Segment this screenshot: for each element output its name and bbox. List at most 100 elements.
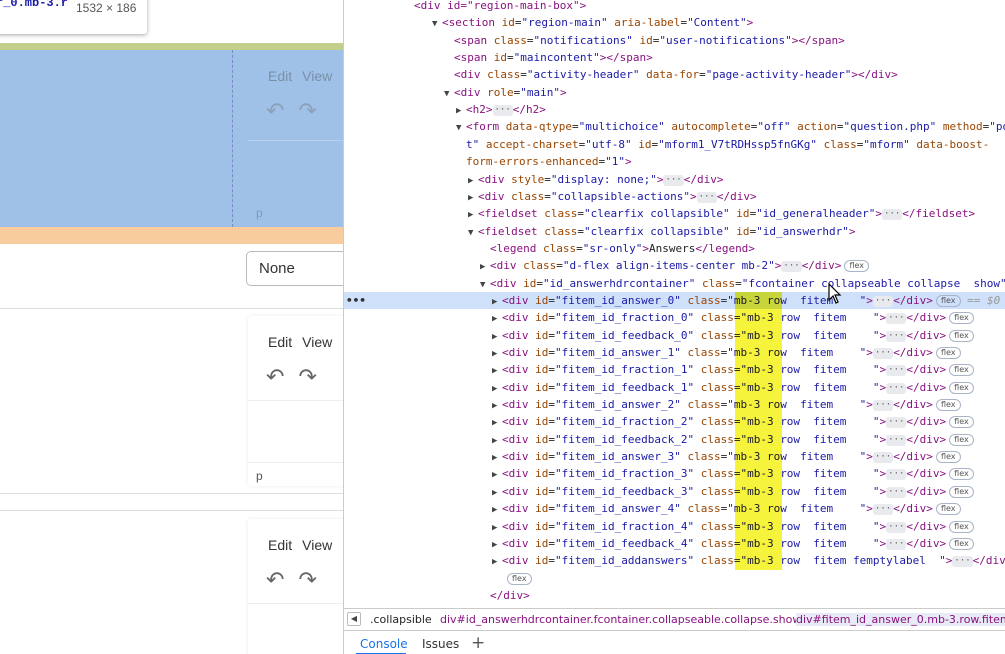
collapsed-children-icon[interactable]: ··· — [952, 555, 973, 567]
expand-triangle-icon[interactable]: ▶ — [492, 467, 502, 484]
dom-node-row[interactable]: ▶ <fieldset class="clearfix collapsible" … — [344, 205, 1005, 222]
menu-edit[interactable]: Edit — [268, 334, 292, 350]
dom-node-row[interactable]: </div> — [344, 587, 1005, 604]
breadcrumb-item[interactable]: .collapsible — [370, 613, 432, 626]
tab-issues[interactable]: Issues — [422, 637, 459, 651]
collapsed-children-icon[interactable]: ··· — [886, 416, 907, 428]
collapsed-children-icon[interactable]: ··· — [886, 330, 907, 342]
dom-node-row[interactable]: flex — [344, 570, 1005, 587]
flex-badge[interactable]: flex — [949, 312, 974, 324]
expand-triangle-icon[interactable]: ▶ — [468, 207, 478, 224]
collapsed-children-icon[interactable]: ··· — [872, 451, 894, 463]
menu-view[interactable]: View — [302, 537, 332, 553]
flex-badge[interactable]: flex — [935, 399, 961, 411]
dom-node-row[interactable]: ▶ <div id="fitem_id_answer_1" class="mb-3… — [344, 344, 1005, 361]
redo-icon[interactable]: ↷ — [298, 98, 316, 123]
dom-node-row[interactable]: <span id="maincontent"></span> — [344, 49, 1005, 66]
expand-triangle-icon[interactable]: ▶ — [492, 311, 502, 328]
dom-node-row[interactable]: ▶ <div id="fitem_id_answer_2" class="mb-3… — [344, 396, 1005, 413]
menu-view[interactable]: View — [302, 334, 332, 350]
answer-editor-3[interactable]: Edit View ↶ ↷ — [248, 519, 343, 654]
expand-triangle-icon[interactable]: ▶ — [492, 554, 502, 571]
tab-console[interactable]: Console — [360, 637, 408, 651]
grade-select[interactable]: None — [246, 251, 343, 286]
menu-edit[interactable]: Edit — [268, 537, 292, 553]
breadcrumb-item[interactable]: div#id_answerhdrcontainer.fcontainer.col… — [440, 613, 801, 626]
undo-icon[interactable]: ↶ — [266, 567, 284, 592]
undo-icon[interactable]: ↶ — [266, 98, 284, 123]
collapsed-children-icon[interactable]: ··· — [886, 434, 907, 446]
collapsed-children-icon[interactable]: ··· — [872, 295, 894, 307]
expand-triangle-icon[interactable]: ▶ — [492, 363, 502, 380]
collapse-triangle-icon[interactable]: ▼ — [432, 16, 442, 33]
collapsed-children-icon[interactable]: ··· — [882, 208, 903, 220]
dom-node-row[interactable]: ▶ <div class="collapsible-actions"> ··· </d… — [344, 188, 1005, 205]
dom-node-row[interactable]: ▶ <div id="fitem_id_answer_3" class="mb-3… — [344, 448, 1005, 465]
flex-badge[interactable]: flex — [507, 573, 532, 585]
collapsed-children-icon[interactable]: ··· — [886, 486, 907, 498]
scroll-left-icon[interactable]: ◀ — [347, 612, 361, 626]
node-actions-icon[interactable]: ••• — [346, 292, 366, 309]
dom-node-row[interactable]: ▶<div id="fitem_id_feedback_4" class="mb… — [344, 535, 1005, 552]
elements-tree[interactable]: <div id="region-main-box"> ▼ <section id="… — [344, 0, 1005, 608]
dom-node-row[interactable]: <div id="region-main-box"> — [344, 0, 1005, 14]
undo-icon[interactable]: ↶ — [266, 364, 284, 389]
flex-badge[interactable]: flex — [935, 347, 961, 359]
dom-node-row[interactable]: ▼ <div id="id_answerhdrcontainer" class="… — [344, 275, 1005, 292]
collapsed-children-icon[interactable]: ··· — [872, 399, 894, 411]
dom-node-row[interactable]: ▼ <section id="region-main" aria-label="C… — [344, 14, 1005, 31]
flex-badge[interactable]: flex — [949, 434, 974, 446]
collapse-triangle-icon[interactable]: ▼ — [456, 120, 466, 137]
flex-badge[interactable]: flex — [949, 468, 974, 480]
answer-editor-2[interactable]: Edit View ↶ ↷ p — [248, 316, 343, 486]
dom-node-row[interactable]: <legend class="sr-only">Answers</legend> — [344, 240, 1005, 257]
flex-badge[interactable]: flex — [935, 503, 961, 515]
dom-node-row[interactable]: t" accept-charset="utf-8" id="mform1_V7t… — [344, 136, 1005, 153]
collapsed-children-icon[interactable]: ··· — [663, 174, 684, 186]
flex-badge[interactable]: flex — [949, 486, 974, 498]
dom-node-row[interactable]: <div class="activity-header" data-for="p… — [344, 66, 1005, 83]
redo-icon[interactable]: ↷ — [298, 364, 316, 389]
flex-badge[interactable]: flex — [949, 538, 974, 550]
collapsed-children-icon[interactable]: ··· — [696, 191, 717, 203]
collapsed-children-icon[interactable]: ··· — [886, 538, 907, 550]
collapsed-children-icon[interactable]: ··· — [872, 347, 894, 359]
dom-node-row[interactable]: ▶ <div class="d-flex align-items-center m… — [344, 257, 1005, 274]
flex-badge[interactable]: flex — [949, 330, 974, 342]
dom-node-row[interactable]: ▶<div id="fitem_id_fraction_0" class="mb… — [344, 309, 1005, 326]
collapsed-children-icon[interactable]: ··· — [781, 260, 802, 272]
dom-node-row[interactable]: ▼ <fieldset class="clearfix collapsible" … — [344, 223, 1005, 240]
dom-node-row[interactable]: ▶<div id="fitem_id_addanswers" class="mb… — [344, 552, 1005, 569]
dom-node-row[interactable]: ▶<div id="fitem_id_fraction_2" class="mb… — [344, 413, 1005, 430]
expand-triangle-icon[interactable]: ▶ — [492, 415, 502, 432]
menu-edit[interactable]: Edit — [268, 68, 292, 84]
flex-badge[interactable]: flex — [935, 295, 961, 307]
collapsed-children-icon[interactable]: ··· — [886, 364, 907, 376]
dom-node-row[interactable]: ▶<div id="fitem_id_feedback_2" class="mb… — [344, 431, 1005, 448]
collapsed-children-icon[interactable]: ··· — [872, 503, 894, 515]
dom-node-row[interactable]: form-errors-enhanced="1"> — [344, 153, 1005, 170]
dom-node-row[interactable]: ▶<div id="fitem_id_fraction_4" class="mb… — [344, 518, 1005, 535]
breadcrumb-item[interactable]: div#fitem_id_answer_0.mb-3.row.fitem. — [796, 613, 1005, 626]
add-tab-icon[interactable]: + — [471, 633, 485, 653]
dom-node-row[interactable]: ▼ <form data-qtype="multichoice" autocomp… — [344, 118, 1005, 135]
flex-badge[interactable]: flex — [949, 416, 974, 428]
flex-badge[interactable]: flex — [949, 382, 974, 394]
dom-node-row[interactable]: ▶<div id="fitem_id_fraction_3" class="mb… — [344, 465, 1005, 482]
flex-badge[interactable]: flex — [949, 521, 974, 533]
expand-triangle-icon[interactable]: ▶ — [480, 259, 490, 276]
dom-node-row[interactable]: ▼ <div role="main"> — [344, 84, 1005, 101]
collapsed-children-icon[interactable]: ··· — [886, 312, 907, 324]
collapsed-children-icon[interactable]: ··· — [886, 382, 907, 394]
answer-editor-1[interactable]: Edit View ↶ ↷ p — [248, 50, 343, 227]
flex-badge[interactable]: flex — [935, 451, 961, 463]
collapsed-children-icon[interactable]: ··· — [886, 521, 907, 533]
collapsed-children-icon[interactable]: ··· — [492, 104, 513, 116]
expand-triangle-icon[interactable]: ▶ — [492, 502, 502, 519]
dom-node-row[interactable]: <span class="notifications" id="user-not… — [344, 32, 1005, 49]
dom-node-row[interactable]: ▶ <div id="fitem_id_answer_4" class="mb-3… — [344, 500, 1005, 517]
dom-node-row[interactable]: ▶<div id="fitem_id_fraction_1" class="mb… — [344, 361, 1005, 378]
redo-icon[interactable]: ↷ — [298, 567, 316, 592]
dom-node-row[interactable]: ••• ▶ <div id="fitem_id_answer_0" class="m… — [344, 292, 1005, 309]
menu-view[interactable]: View — [302, 68, 332, 84]
